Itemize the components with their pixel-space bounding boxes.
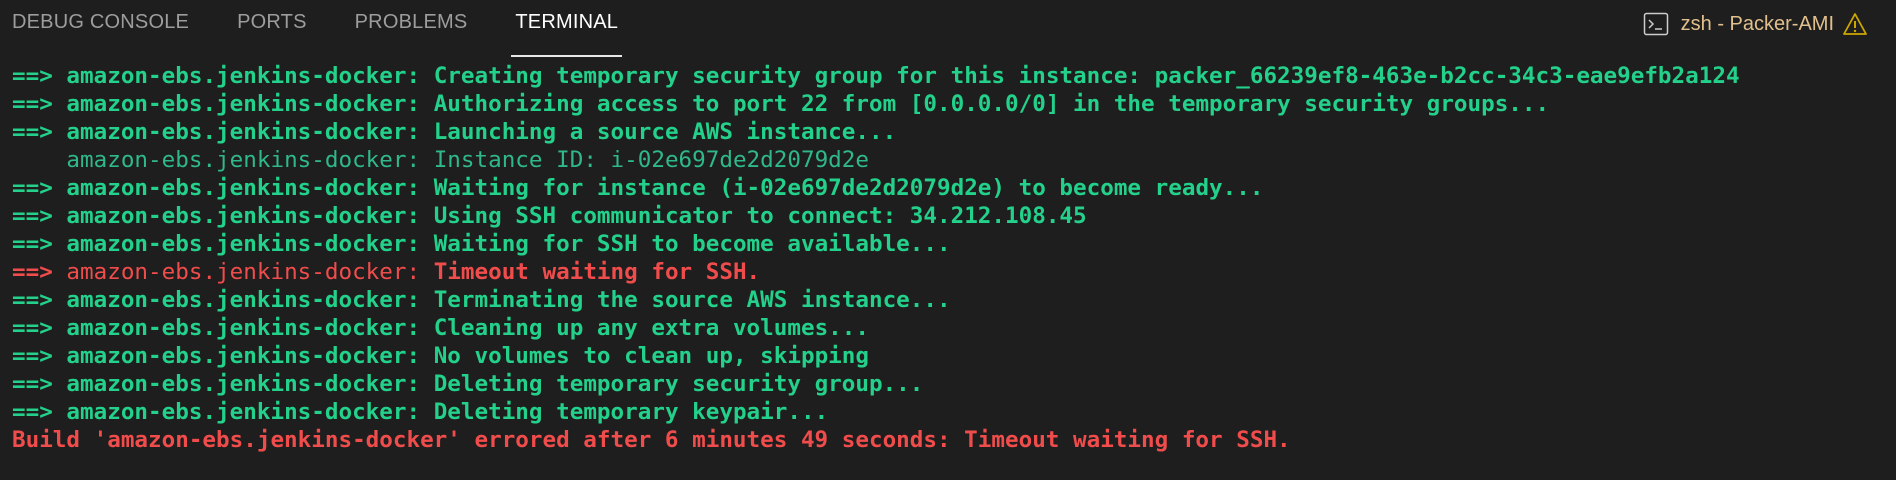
arrow-prefix: ==> [12,371,67,397]
output-line-detail: amazon-ebs.jenkins-docker: Instance ID: … [12,146,1884,174]
tab-debug-console[interactable]: DEBUG CONSOLE [12,0,189,46]
tab-terminal[interactable]: TERMINAL [511,0,622,57]
log-source: amazon-ebs.jenkins-docker: [66,175,421,201]
build-error-summary: Build 'amazon-ebs.jenkins-docker' errore… [12,427,1291,453]
arrow-prefix: ==> [12,259,67,285]
log-message: Cleaning up any extra volumes... [420,315,869,341]
output-line: ==> amazon-ebs.jenkins-docker: Terminati… [12,286,1884,314]
log-message: Using SSH communicator to connect: 34.21… [420,203,1087,229]
log-source: amazon-ebs.jenkins-docker: [66,231,421,257]
log-source: amazon-ebs.jenkins-docker: [66,91,421,117]
warning-icon[interactable] [1842,11,1868,37]
log-source: amazon-ebs.jenkins-docker: [66,63,421,89]
arrow-prefix: ==> [12,315,67,341]
output-line: ==> amazon-ebs.jenkins-docker: Deleting … [12,398,1884,426]
log-source: amazon-ebs.jenkins-docker: [66,287,421,313]
output-line: ==> amazon-ebs.jenkins-docker: Deleting … [12,370,1884,398]
panel-tabs: DEBUG CONSOLE PORTS PROBLEMS TERMINAL [12,0,666,57]
log-message: Timeout waiting for SSH. [420,259,761,285]
indent-prefix [12,147,66,173]
arrow-prefix: ==> [12,91,67,117]
arrow-prefix: ==> [12,203,67,229]
log-message: Authorizing access to port 22 from [0.0.… [420,91,1550,117]
arrow-prefix: ==> [12,231,67,257]
terminal-icon [1643,11,1669,37]
log-message: Terminating the source AWS instance... [420,287,951,313]
output-line: ==> amazon-ebs.jenkins-docker: Authorizi… [12,90,1884,118]
log-message: Deleting temporary keypair... [420,399,829,425]
log-source: amazon-ebs.jenkins-docker: [66,147,421,173]
log-source: amazon-ebs.jenkins-docker: [66,343,421,369]
log-message: Deleting temporary security group... [420,371,924,397]
tab-problems[interactable]: PROBLEMS [355,0,468,46]
terminal-name: zsh - Packer-AMI [1680,12,1834,35]
panel-header: DEBUG CONSOLE PORTS PROBLEMS TERMINAL zs… [0,0,1896,57]
log-source: amazon-ebs.jenkins-docker: [66,119,421,145]
active-terminal-selector[interactable]: zsh - Packer-AMI [1643,9,1868,39]
output-line: ==> amazon-ebs.jenkins-docker: Creating … [12,62,1884,90]
terminal-output[interactable]: ==> amazon-ebs.jenkins-docker: Creating … [12,62,1884,454]
log-message: Creating temporary security group for th… [420,63,1740,89]
log-message: Instance ID: i-02e697de2d2079d2e [420,147,869,173]
output-line: ==> amazon-ebs.jenkins-docker: Launching… [12,118,1884,146]
log-source: amazon-ebs.jenkins-docker: [66,259,421,285]
log-source: amazon-ebs.jenkins-docker: [66,315,421,341]
log-source: amazon-ebs.jenkins-docker: [66,371,421,397]
arrow-prefix: ==> [12,119,67,145]
arrow-prefix: ==> [12,63,67,89]
log-message: No volumes to clean up, skipping [420,343,869,369]
log-message: Waiting for instance (i-02e697de2d2079d2… [420,175,1264,201]
arrow-prefix: ==> [12,287,67,313]
log-message: Waiting for SSH to become available... [420,231,951,257]
output-line: ==> amazon-ebs.jenkins-docker: Using SSH… [12,202,1884,230]
arrow-prefix: ==> [12,175,67,201]
output-line: ==> amazon-ebs.jenkins-docker: No volume… [12,342,1884,370]
log-message: Launching a source AWS instance... [420,119,897,145]
output-line: ==> amazon-ebs.jenkins-docker: Waiting f… [12,230,1884,258]
tab-ports[interactable]: PORTS [237,0,307,46]
output-line-error: ==> amazon-ebs.jenkins-docker: Timeout w… [12,258,1884,286]
output-line: ==> amazon-ebs.jenkins-docker: Cleaning … [12,314,1884,342]
arrow-prefix: ==> [12,343,67,369]
log-source: amazon-ebs.jenkins-docker: [66,203,421,229]
log-source: amazon-ebs.jenkins-docker: [66,399,421,425]
arrow-prefix: ==> [12,399,67,425]
output-line: ==> amazon-ebs.jenkins-docker: Waiting f… [12,174,1884,202]
